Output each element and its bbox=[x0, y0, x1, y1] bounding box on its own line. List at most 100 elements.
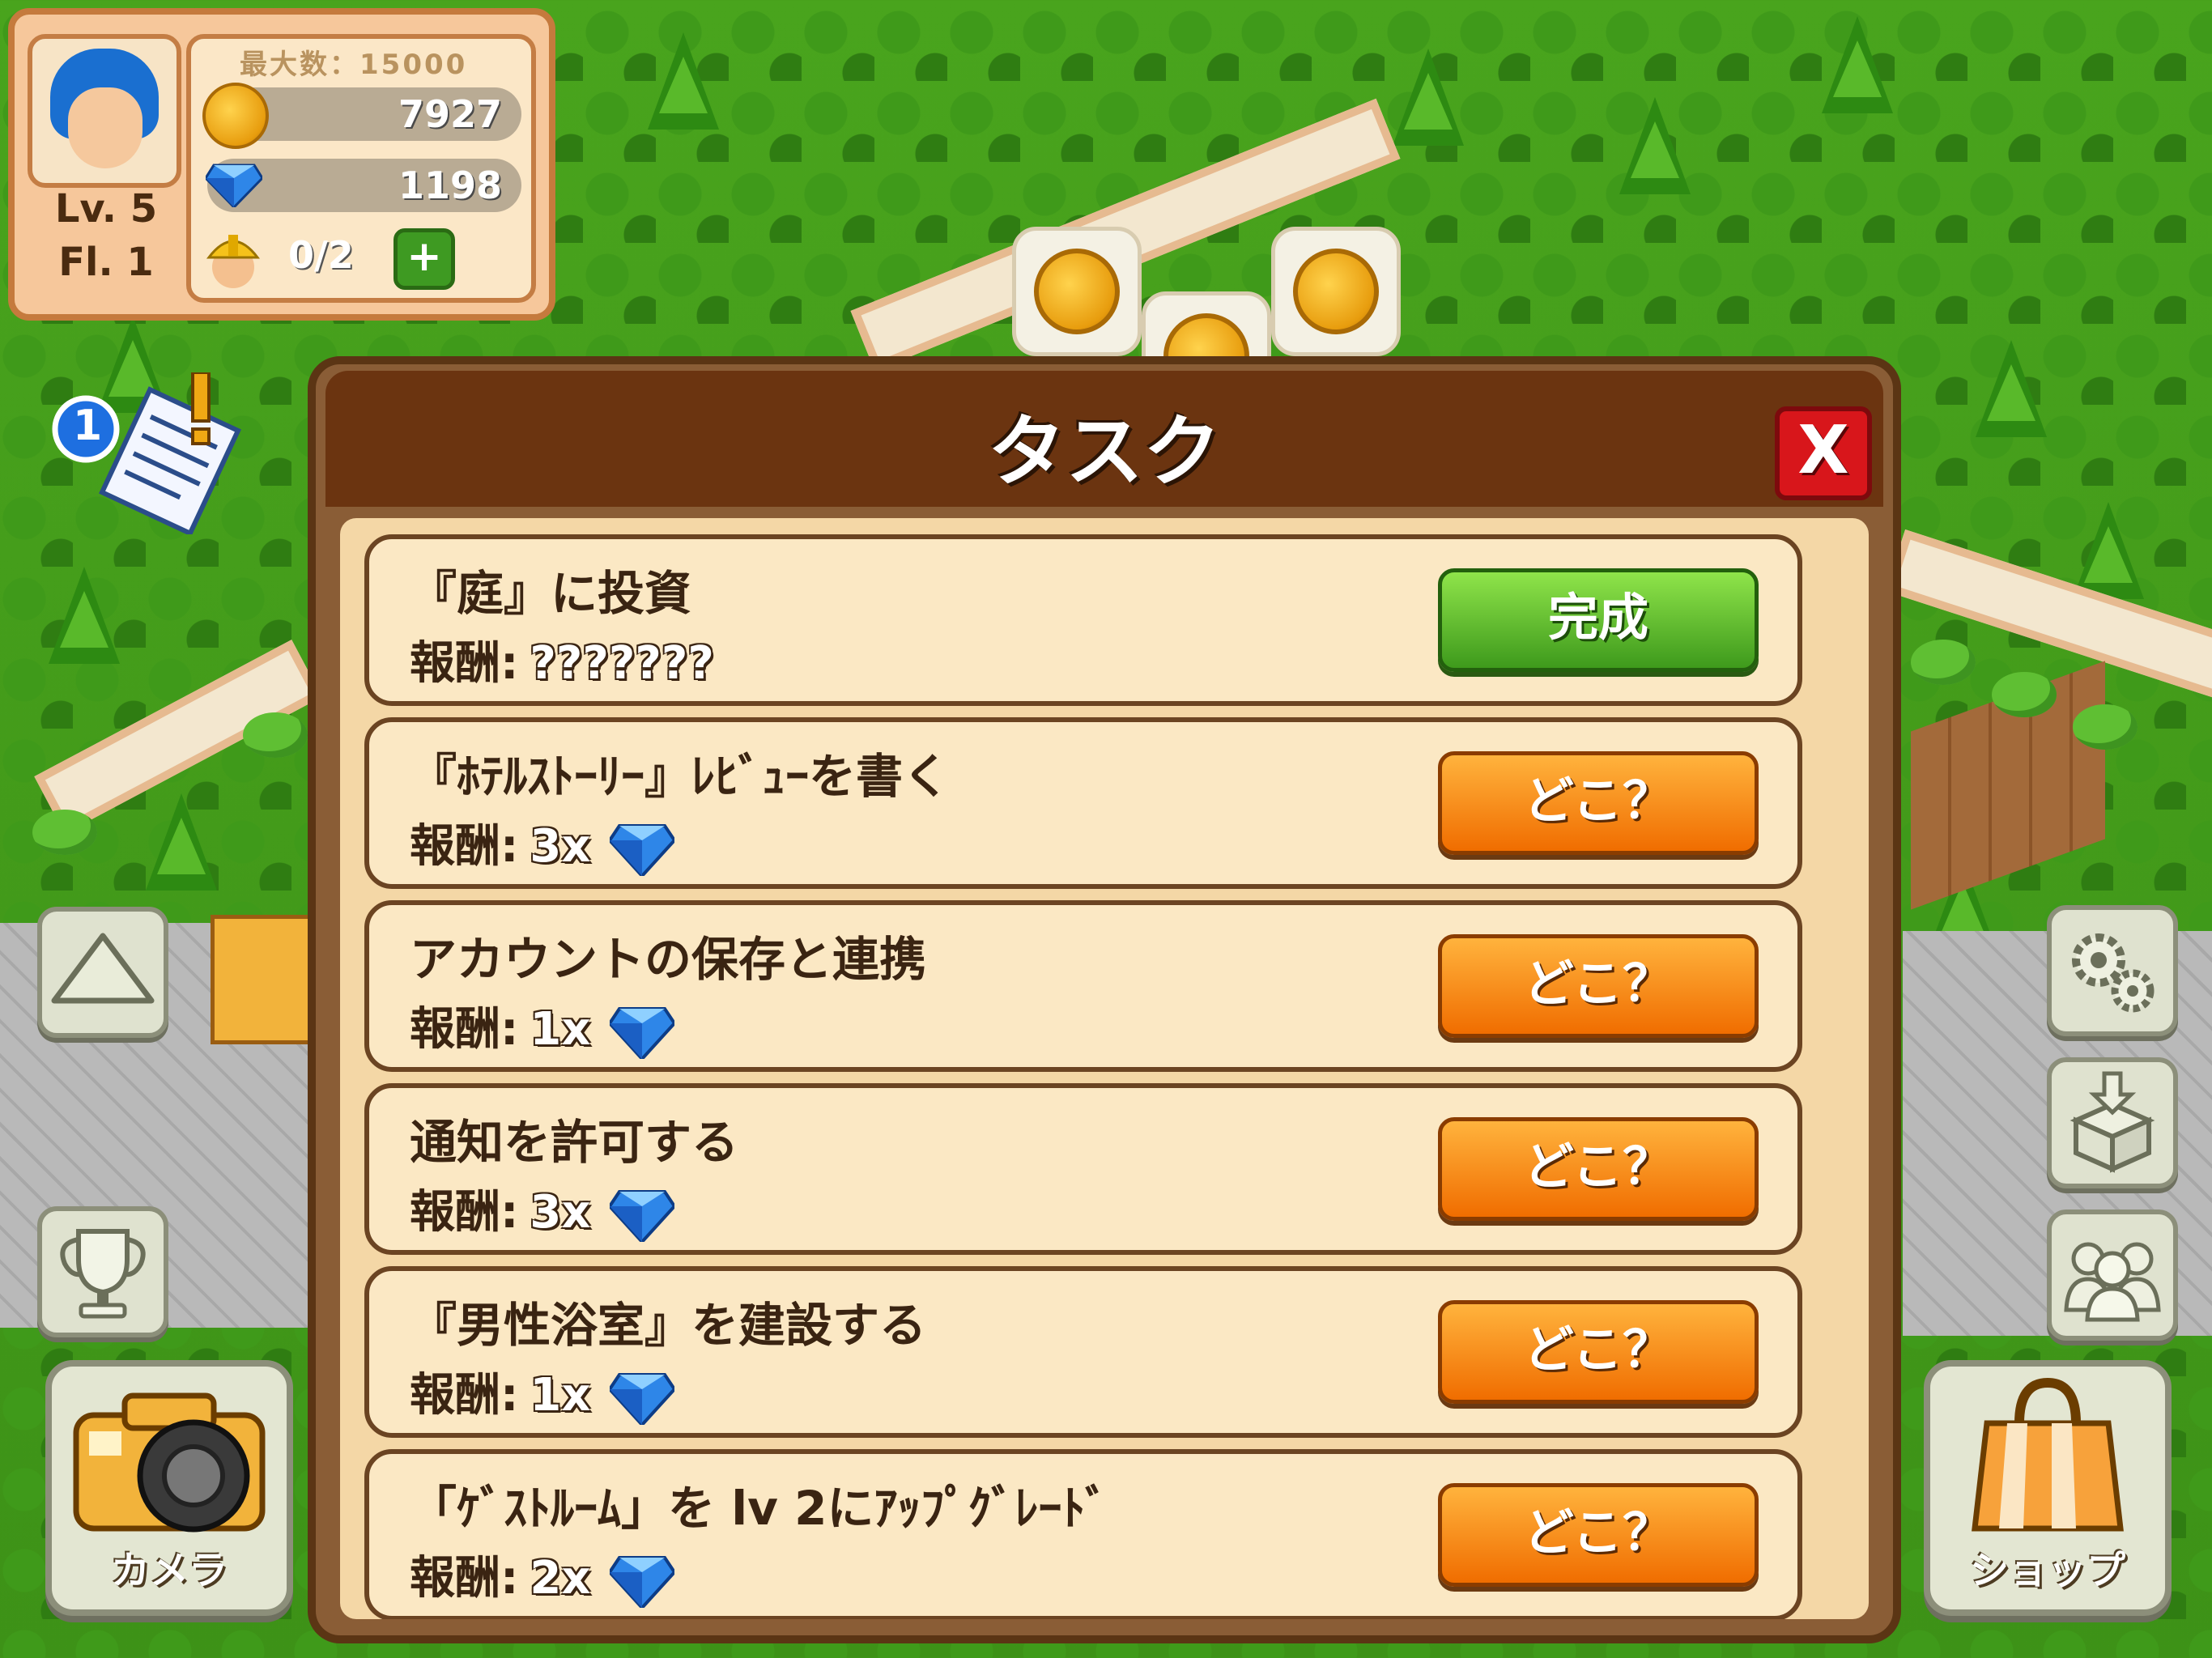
tree bbox=[1393, 49, 1464, 146]
where-button[interactable]: どこ？ bbox=[1438, 1483, 1759, 1587]
task-row: 通知を許可する 報酬: 3x どこ？ bbox=[364, 1083, 1802, 1255]
where-button[interactable]: どこ？ bbox=[1438, 751, 1759, 855]
gem-icon bbox=[206, 164, 262, 207]
resource-panel: 最大数：15000 7927 1198 0/2 + bbox=[186, 34, 536, 303]
task-count-badge: 1 bbox=[73, 402, 103, 450]
camera-label: カメラ bbox=[110, 1548, 228, 1593]
settings-button[interactable] bbox=[2047, 905, 2178, 1036]
gem-icon bbox=[610, 1372, 674, 1425]
reward-value: 1x bbox=[530, 1003, 591, 1056]
where-button[interactable]: どこ？ bbox=[1438, 1300, 1759, 1404]
task-title: 「ｹﾞｽﾄﾙｰﾑ」を lv 2にｱｯﾌﾟｸﾞﾚｰﾄﾞ bbox=[410, 1481, 1109, 1536]
hotel-building bbox=[211, 915, 316, 1044]
task-row: 『ﾎﾃﾙｽﾄｰﾘｰ』ﾚﾋﾞｭｰを書く 報酬: 3x どこ？ bbox=[364, 717, 1802, 889]
gem-value: 1198 bbox=[398, 164, 502, 207]
task-reward: 報酬: 1x bbox=[410, 1358, 674, 1425]
task-title: 通知を許可する bbox=[410, 1115, 739, 1170]
trophy-icon bbox=[60, 1229, 146, 1319]
gear-icon bbox=[2072, 933, 2155, 1013]
gem-counter: 1198 bbox=[206, 159, 521, 212]
camera-icon bbox=[73, 1392, 266, 1533]
gem-icon bbox=[610, 823, 674, 876]
plus-icon: + bbox=[406, 232, 442, 281]
task-title: 『ﾎﾃﾙｽﾄｰﾘｰ』ﾚﾋﾞｭｰを書く bbox=[410, 749, 951, 804]
task-reward: 報酬: 2x bbox=[410, 1541, 674, 1608]
reward-value: 2x bbox=[530, 1552, 591, 1605]
floor-number: Fl. 1 bbox=[58, 240, 154, 285]
shrub bbox=[1911, 640, 1976, 685]
player-hud: Lv. 5 Fl. 1 最大数：15000 7927 1198 0/2 + bbox=[8, 8, 555, 321]
shrub bbox=[243, 712, 308, 758]
friends-button[interactable] bbox=[2047, 1209, 2178, 1341]
task-row: 『男性浴室』を建設する 報酬: 1x どこ？ bbox=[364, 1266, 1802, 1438]
where-button[interactable]: どこ？ bbox=[1438, 934, 1759, 1038]
worker-count: 0/2 bbox=[288, 233, 354, 277]
max-capacity-label: 最大数：15000 bbox=[240, 49, 468, 81]
tree bbox=[1822, 16, 1893, 113]
camera-button[interactable]: カメラ bbox=[45, 1360, 293, 1616]
shopping-bag-icon bbox=[1972, 1377, 2124, 1532]
reward-label: 報酬: bbox=[410, 637, 519, 690]
friends-icon bbox=[2064, 1242, 2161, 1322]
tree bbox=[2073, 502, 2144, 599]
tree bbox=[1619, 97, 1691, 194]
tree bbox=[146, 793, 217, 891]
reward-label: 報酬: bbox=[410, 1369, 519, 1422]
coin-counter: 7927 bbox=[202, 83, 521, 149]
storage-button[interactable] bbox=[2047, 1057, 2178, 1188]
avatar[interactable] bbox=[28, 34, 181, 188]
tree bbox=[648, 32, 719, 130]
task-title: 『男性浴室』を建設する bbox=[410, 1298, 927, 1353]
task-reward: 報酬: 3x bbox=[410, 1175, 674, 1242]
task-title: 『庭』に投資 bbox=[410, 566, 692, 621]
reward-label: 報酬: bbox=[410, 1186, 519, 1239]
tree bbox=[49, 567, 120, 664]
reward-label: 報酬: bbox=[410, 1552, 519, 1605]
floor-up-button[interactable] bbox=[37, 907, 168, 1038]
task-reward: 報酬: 3x bbox=[410, 810, 674, 876]
gem-icon bbox=[610, 1555, 674, 1608]
coin-icon bbox=[202, 83, 269, 149]
where-button[interactable]: どこ？ bbox=[1438, 1117, 1759, 1221]
reward-value: 3x bbox=[530, 820, 591, 873]
shrub bbox=[32, 810, 97, 855]
shop-label: ショップ bbox=[1969, 1548, 2125, 1593]
storage-box-icon bbox=[2069, 1071, 2155, 1173]
dialog-body[interactable]: 『庭』に投資 報酬:??????? 完成 『ﾎﾃﾙｽﾄｰﾘｰ』ﾚﾋﾞｭｰを書く … bbox=[340, 518, 1869, 1619]
coin-bubble[interactable] bbox=[1012, 227, 1142, 356]
shrub bbox=[2073, 704, 2138, 750]
task-reward: 報酬: 1x bbox=[410, 993, 674, 1059]
complete-button[interactable]: 完成 bbox=[1438, 568, 1759, 672]
close-icon: X bbox=[1797, 412, 1849, 489]
task-title: アカウントの保存と連携 bbox=[410, 932, 927, 987]
coin-icon bbox=[1034, 249, 1120, 334]
task-dialog: タスク X 『庭』に投資 報酬:??????? 完成 『ﾎﾃﾙｽﾄｰﾘｰ』ﾚﾋﾞ… bbox=[308, 356, 1901, 1643]
task-list-button[interactable]: 1 bbox=[49, 371, 259, 537]
worker-icon bbox=[206, 235, 261, 288]
up-arrow-icon bbox=[51, 933, 155, 1004]
tree bbox=[1976, 340, 2047, 437]
task-row: 『庭』に投資 報酬:??????? 完成 bbox=[364, 534, 1802, 706]
task-row: 「ｹﾞｽﾄﾙｰﾑ」を lv 2にｱｯﾌﾟｸﾞﾚｰﾄﾞ 報酬: 2x どこ？ bbox=[364, 1449, 1802, 1619]
achievements-button[interactable] bbox=[37, 1206, 168, 1337]
add-worker-button[interactable]: + bbox=[393, 228, 455, 290]
shrub bbox=[1992, 672, 2057, 717]
task-list-icon bbox=[52, 371, 241, 537]
reward-value: 3x bbox=[530, 1186, 591, 1239]
task-reward: 報酬:??????? bbox=[410, 627, 714, 692]
reward-label: 報酬: bbox=[410, 820, 519, 873]
gem-icon bbox=[610, 1189, 674, 1242]
reward-value: 1x bbox=[530, 1369, 591, 1422]
dialog-title: タスク bbox=[988, 406, 1221, 497]
task-row: アカウントの保存と連携 報酬: 1x どこ？ bbox=[364, 900, 1802, 1072]
shop-button[interactable]: ショップ bbox=[1924, 1360, 2172, 1616]
reward-value: ??????? bbox=[530, 637, 714, 690]
dialog-header: タスク X bbox=[325, 371, 1883, 507]
reward-label: 報酬: bbox=[410, 1003, 519, 1056]
gem-icon bbox=[610, 1006, 674, 1059]
close-button[interactable]: X bbox=[1775, 406, 1872, 500]
coin-value: 7927 bbox=[398, 92, 502, 136]
player-level: Lv. 5 bbox=[54, 186, 158, 232]
coin-bubble[interactable] bbox=[1271, 227, 1401, 356]
coin-icon bbox=[1293, 249, 1379, 334]
